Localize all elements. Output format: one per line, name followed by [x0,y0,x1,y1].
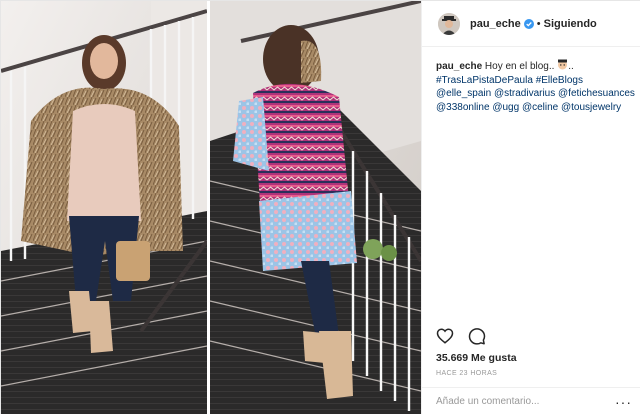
caption-username[interactable]: pau_eche [436,61,482,72]
caption-tag[interactable]: @elle_spain [436,88,491,99]
face-emoji-icon [558,59,568,70]
post-photo-collage [1,1,421,414]
instagram-post: pau_eche • Siguiendo pau_eche Hoy en el … [0,0,640,414]
post-actions [436,327,486,345]
caption-tag[interactable]: #ElleBlogs [536,75,583,86]
photo-left-panel [1,1,209,414]
caption-ellipsis: .. [568,61,574,72]
post-caption: pau_eche Hoy en el blog.. .. #TrasLaPist… [436,59,636,114]
comment-input[interactable]: Añade un comentario... [436,396,539,407]
post-timestamp[interactable]: HACE 23 HORAS [436,370,497,377]
avatar[interactable] [438,12,460,35]
photo-right-panel [209,1,421,414]
author-username[interactable]: pau_eche [470,18,521,30]
caption-tag[interactable]: @celine [522,102,558,113]
heart-icon[interactable] [436,327,454,345]
header-separator: • [536,17,541,30]
post-header: pau_eche • Siguiendo [422,1,640,47]
caption-tag[interactable]: @stradivarius [494,88,555,99]
likes-count[interactable]: 35.669 Me gusta [436,352,517,364]
post-photo[interactable] [1,1,421,414]
post-side-panel: pau_eche • Siguiendo pau_eche Hoy en el … [421,1,640,414]
caption-tag[interactable]: #TrasLaPistaDePaula [436,75,533,86]
following-button[interactable]: Siguiendo [544,18,597,30]
avatar-image [438,12,460,35]
caption-tag[interactable]: @ugg [492,102,519,113]
more-options-icon[interactable]: ··· [615,395,632,409]
verified-badge-icon [523,18,534,29]
caption-tag[interactable]: @338online [436,102,490,113]
caption-text: Hoy en el blog.. [484,61,555,72]
caption-tag[interactable]: @tousjewelry [561,102,621,113]
caption-tag[interactable]: @fetichesuances [558,88,635,99]
comment-box: Añade un comentario... ··· [422,387,640,414]
comment-bubble-icon[interactable] [468,327,486,345]
